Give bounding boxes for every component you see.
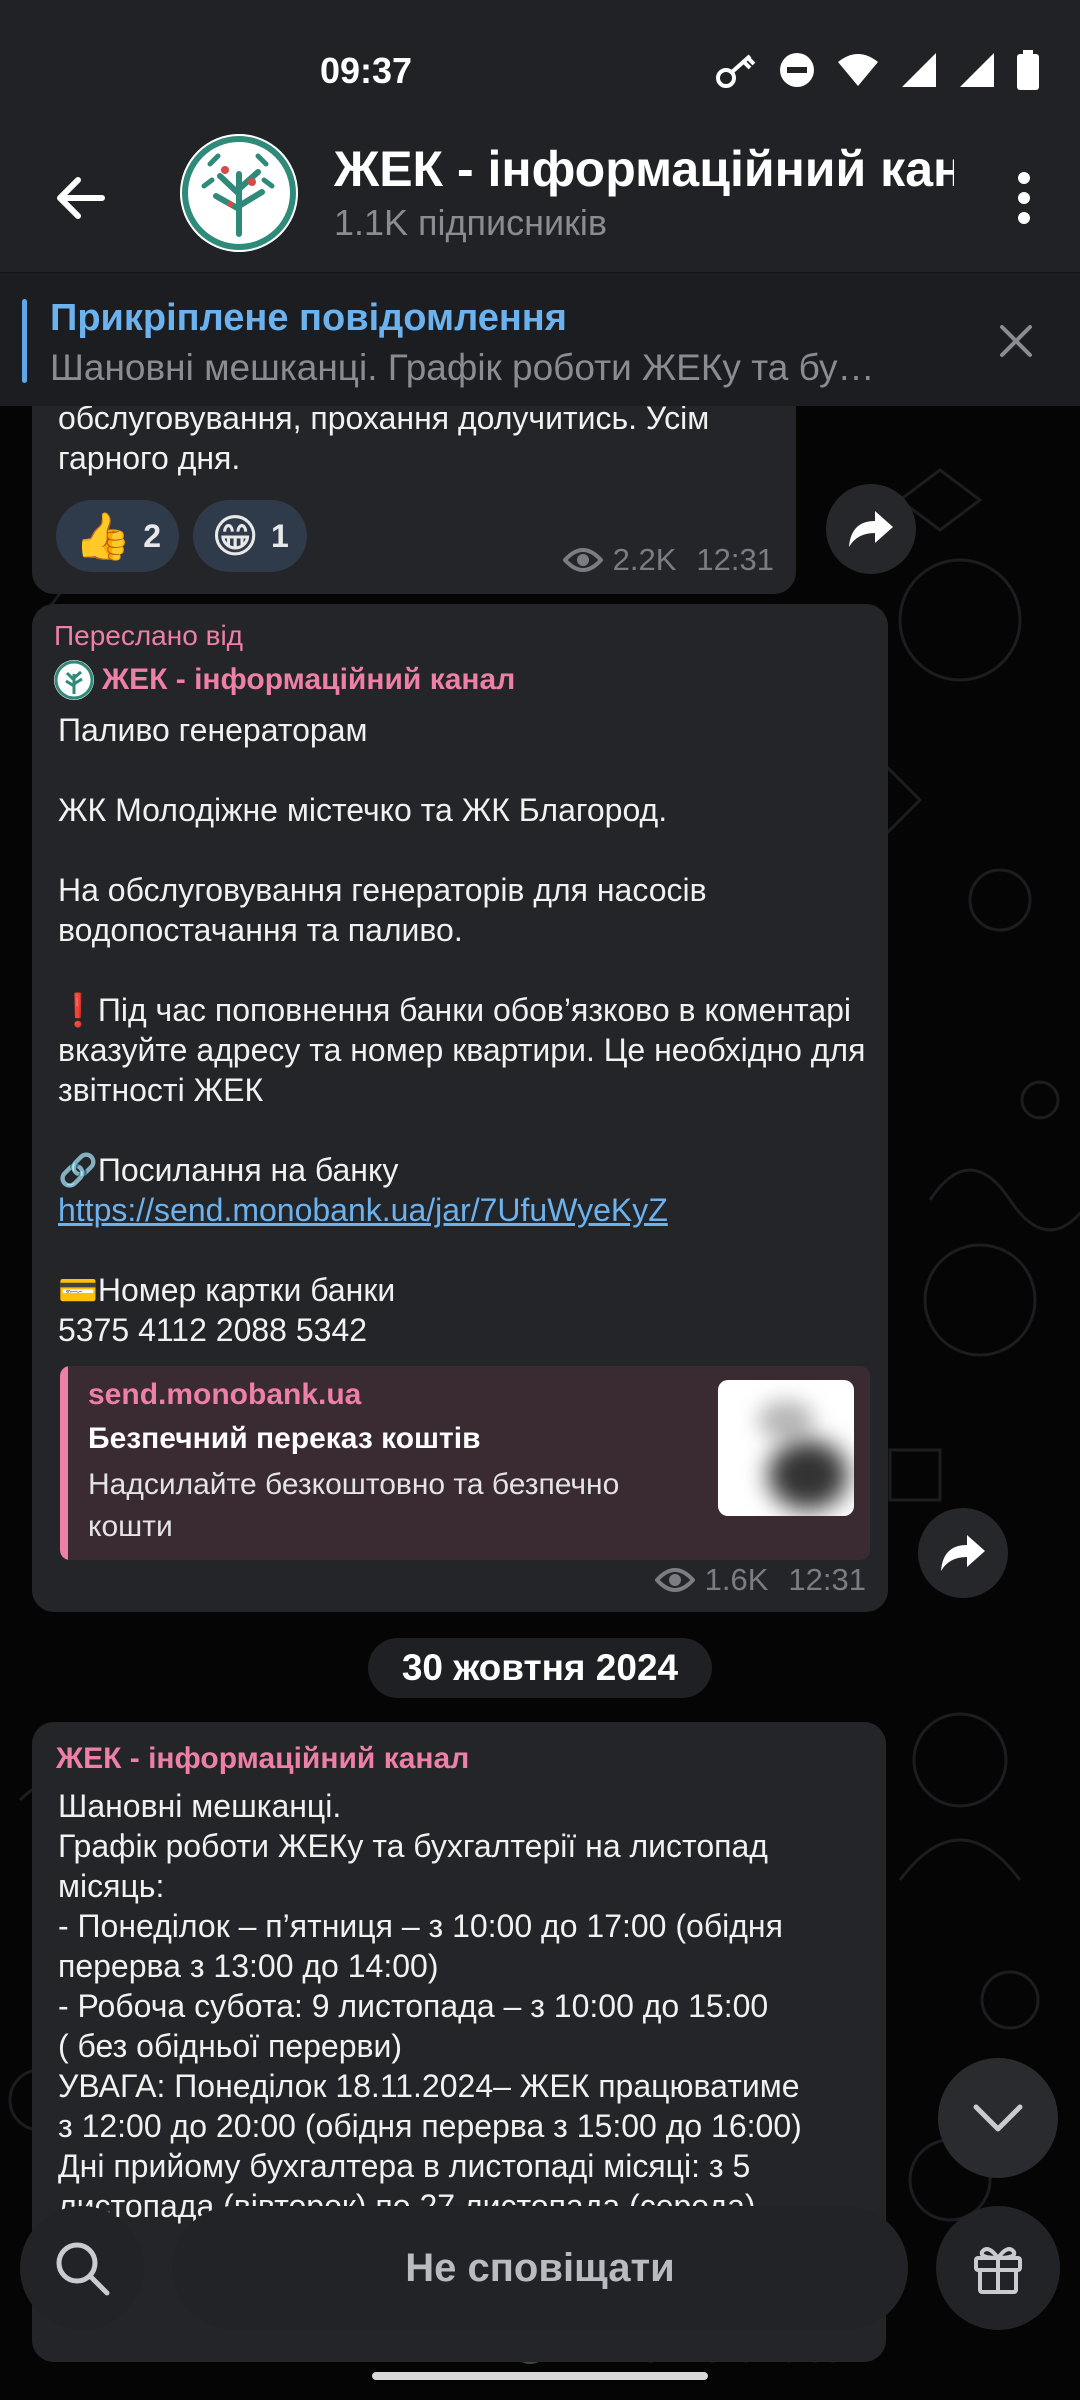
message-time: 12:31 <box>788 1562 866 1597</box>
dnd-icon <box>778 51 816 94</box>
message-line: з 12:00 до 20:00 (обідня перерва з 15:00… <box>58 2108 802 2144</box>
channel-avatar[interactable] <box>180 134 298 252</box>
eye-icon <box>654 1568 695 1592</box>
reaction-count: 1 <box>271 517 289 554</box>
message-paragraph: Паливо генераторам <box>58 712 368 748</box>
tree-logo-icon <box>180 134 298 252</box>
message-bubble[interactable]: обслуговування, прохання долучитись. Усі… <box>32 380 796 594</box>
back-button[interactable] <box>40 158 120 238</box>
reaction-count: 2 <box>143 517 162 554</box>
link-preview[interactable]: send.monobank.ua Безпечний переказ кошті… <box>60 1366 870 1560</box>
link-label: 🔗Посилання на банку <box>58 1152 399 1188</box>
message-text: обслуговування, прохання долучитись. Усі… <box>58 398 709 478</box>
source-avatar <box>54 660 94 700</box>
sender-name[interactable]: ЖЕК - інформаційний канал <box>56 1742 469 1776</box>
message-paragraph: На обслуговування генераторів для насосі… <box>58 872 707 948</box>
message-line: Шановні мешканці. <box>58 1788 342 1824</box>
share-button[interactable] <box>918 1508 1008 1598</box>
card-label: 💳Номер картки банки <box>58 1272 396 1308</box>
tree-logo-icon <box>54 660 94 700</box>
message-paragraph: ЖК Молодіжне містечко та ЖК Благород. <box>58 792 668 828</box>
mute-button[interactable]: Не сповіщати <box>172 2206 908 2330</box>
message-text: Паливо генераторам ЖК Молодіжне містечко… <box>58 710 878 1350</box>
message-meta: 1.6K 12:31 <box>654 1562 866 1598</box>
battery-icon <box>1016 50 1040 95</box>
status-bar: 09:37 <box>0 0 1080 130</box>
jar-link[interactable]: https://send.monobank.ua/jar/7UfuWyeKyZ <box>58 1192 668 1228</box>
message-line: Графік роботи ЖЕКу та бухгалтерії на лис… <box>58 1828 768 1864</box>
chevron-down-icon <box>973 2104 1023 2132</box>
gift-icon <box>974 2247 1022 2294</box>
message-line: - Робоча субота: 9 листопада – з 10:00 д… <box>58 1988 769 2024</box>
kebab-menu-icon <box>1018 172 1030 224</box>
home-indicator[interactable] <box>372 2372 708 2380</box>
reaction-chip[interactable]: 😁 1 <box>193 500 307 572</box>
message-line: УВАГА: Понеділок 18.11.2024– ЖЕК працюва… <box>58 2068 800 2104</box>
grin-emoji: 😁 <box>211 510 260 562</box>
signal-icon <box>958 51 996 94</box>
message-line: Дні прийому бухгалтера в листопаді місяц… <box>58 2148 751 2184</box>
thumbs-up-emoji: 👍 <box>74 510 132 562</box>
card-number[interactable]: 5375 4112 2088 5342 <box>58 1310 878 1350</box>
preview-thumbnail <box>718 1380 854 1516</box>
eye-icon <box>562 548 603 572</box>
status-time: 09:37 <box>320 50 413 91</box>
message-line: ( без обідньої перерви) <box>58 2028 403 2064</box>
forwarded-message-bubble[interactable]: Переслано від ЖЕК - інформаційний канал … <box>32 604 888 1612</box>
arrow-left-icon <box>57 177 105 219</box>
forwarded-source[interactable]: ЖЕК - інформаційний канал <box>54 660 515 700</box>
pinned-preview-text: Шановні мешканці. Графік роботи ЖЕКу та … <box>50 347 875 388</box>
preview-accent-bar <box>60 1366 68 1560</box>
message-line: гарного дня. <box>58 440 241 476</box>
share-button[interactable] <box>826 484 916 574</box>
status-icons <box>714 50 1040 95</box>
scroll-to-bottom-button[interactable] <box>938 2058 1058 2178</box>
pinned-title: Прикріплене повідомлення <box>50 297 567 339</box>
channel-title[interactable]: ЖЕК - інформаційний кан <box>334 140 954 198</box>
close-pinned-button[interactable] <box>988 313 1044 369</box>
share-arrow-icon <box>849 511 893 547</box>
share-arrow-icon <box>941 1535 985 1571</box>
key-icon <box>714 50 758 95</box>
preview-title: Безпечний переказ коштів <box>88 1422 481 1455</box>
message-time: 12:31 <box>696 542 774 577</box>
view-count: 1.6K <box>704 1562 769 1597</box>
message-line: перерва з 13:00 до 14:00) <box>58 1948 439 1984</box>
signal-icon <box>900 51 938 94</box>
view-count: 2.2K <box>612 542 677 577</box>
wifi-icon <box>836 52 880 93</box>
message-meta: 2.2K 12:31 <box>562 542 774 578</box>
source-name: ЖЕК - інформаційний канал <box>102 663 516 696</box>
preview-description: Надсилайте безкоштовно та безпечно кошти <box>88 1468 620 1543</box>
forwarded-label: Переслано від <box>54 620 243 651</box>
subscriber-count: 1.1K підписників <box>334 202 608 243</box>
search-button[interactable] <box>20 2206 144 2330</box>
gift-button[interactable] <box>936 2206 1060 2330</box>
search-icon <box>56 2242 110 2296</box>
channel-header: ЖЕК - інформаційний кан 1.1K підписників <box>0 130 1080 272</box>
message-paragraph: ❗Під час поповнення банки обов’язково в … <box>58 992 866 1108</box>
more-menu-button[interactable] <box>984 158 1064 238</box>
message-line: місяць: <box>58 1868 165 1904</box>
pinned-message-bar[interactable]: Прикріплене повідомлення Шановні мешканц… <box>0 272 1080 406</box>
close-icon <box>1000 325 1032 357</box>
message-line: - Понеділок – п’ятниця – з 10:00 до 17:0… <box>58 1908 783 1944</box>
bottom-bar: Не сповіщати <box>0 2198 1080 2338</box>
reaction-chip[interactable]: 👍 2 <box>56 500 180 572</box>
reactions-row: 👍 2 😁 1 <box>56 500 307 572</box>
pinned-indicator <box>22 299 27 383</box>
message-text: Шановні мешканці. Графік роботи ЖЕКу та … <box>58 1786 878 2226</box>
date-separator: 30 жовтня 2024 <box>368 1638 712 1698</box>
preview-site: send.monobank.ua <box>88 1378 362 1411</box>
